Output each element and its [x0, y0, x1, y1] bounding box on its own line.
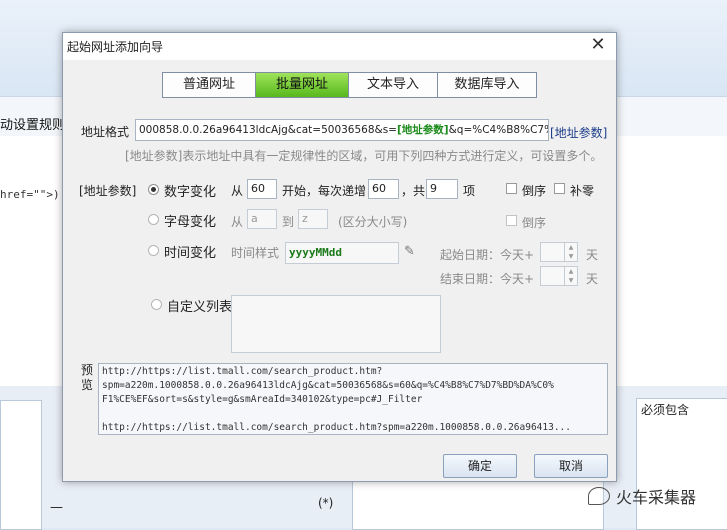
tab-bar: 普通网址 批量网址 文本导入 数据库导入 — [162, 72, 537, 98]
letter-label: 字母变化 — [164, 215, 217, 230]
start-date-spinner[interactable]: ▲ ▼ — [540, 242, 578, 262]
spinner-arrows-icon[interactable]: ▲ ▼ — [564, 243, 577, 261]
tab-text-import[interactable]: 文本导入 — [349, 73, 438, 97]
letter-start-input[interactable]: a — [247, 209, 277, 229]
tab-database-import[interactable]: 数据库导入 — [438, 73, 536, 97]
time-style-input[interactable]: yyyyMMdd — [285, 242, 399, 264]
cancel-button[interactable]: 取消 — [534, 454, 608, 478]
numeric-items-label: 项 — [463, 184, 476, 198]
param-section-label: [地址参数] — [79, 184, 137, 198]
letter-reverse-checkbox[interactable] — [506, 215, 517, 226]
numeric-total-label: ，共 — [401, 184, 426, 198]
letter-reverse-label: 倒序 — [522, 216, 547, 230]
auto-rule-label[interactable]: 动设置规则 — [0, 114, 65, 133]
pad-zero-checkbox[interactable] — [554, 183, 565, 194]
numeric-start-input[interactable]: 60 — [247, 179, 277, 199]
watermark-text: 火车采集器 — [616, 488, 697, 507]
numeric-from-label: 从 — [231, 184, 244, 198]
star-cell: (*) — [318, 496, 334, 510]
custom-list-textarea[interactable] — [231, 295, 441, 353]
preview-line: F1%CE%EF&sort=s&style=g&smAreaId=340102&… — [102, 394, 423, 405]
address-prefix: 000858.0.0.26a96413ldcAjg&cat=50036568&s… — [139, 124, 397, 136]
ok-button[interactable]: 确定 — [443, 454, 517, 478]
time-label: 时间变化 — [164, 246, 217, 261]
preview-line — [102, 407, 604, 421]
custom-list-label: 自定义列表 — [167, 300, 233, 315]
letter-to-label: 到 — [282, 215, 295, 229]
letter-radio[interactable] — [148, 214, 159, 225]
numeric-step-input[interactable]: 60 — [368, 179, 399, 199]
list-box-left[interactable] — [0, 400, 42, 530]
watermark: 火车采集器 — [588, 484, 696, 508]
preview-box[interactable]: http://https://list.tmall.com/search_pro… — [98, 363, 608, 435]
time-style-label: 时间样式 — [231, 246, 280, 260]
start-day-unit: 天 — [586, 248, 599, 262]
url-wizard-dialog: 起始网址添加向导 ✕ 普通网址 批量网址 文本导入 数据库导入 地址格式 000… — [62, 32, 617, 482]
tab-normal-url[interactable]: 普通网址 — [163, 73, 256, 97]
address-format-label: 地址格式 — [81, 125, 130, 139]
preview-line: spm=a220m.1000858.0.0.26a96413ldcAjg&cat… — [102, 380, 554, 391]
numeric-step-label: 开始，每次递增 — [282, 184, 367, 198]
address-format-input[interactable]: 000858.0.0.26a96413ldcAjg&cat=50036568&s… — [135, 119, 549, 141]
insert-param-link[interactable]: [地址参数] — [550, 124, 607, 141]
custom-list-radio[interactable] — [151, 299, 162, 310]
close-icon[interactable]: ✕ — [588, 36, 608, 54]
letter-case-note: (区分大小写) — [338, 215, 408, 229]
code-snippet: href="">) — [0, 188, 60, 201]
letter-end-input[interactable]: z — [298, 209, 328, 229]
chat-bubble-icon — [588, 487, 610, 505]
address-suffix: &q=%C4%B8%C7%D7% — [448, 124, 548, 136]
minus-cell: — — [50, 500, 63, 515]
end-date-label: 结束日期：今天+ — [440, 272, 535, 286]
preview-line: http://https://list.tmall.com/search_pro… — [102, 422, 571, 433]
dialog-title: 起始网址添加向导 — [67, 40, 164, 54]
preview-line: http://https://list.tmall.com/search_pro… — [102, 366, 383, 377]
numeric-reverse-label: 倒序 — [522, 184, 547, 198]
must-include-label: 必须包含 — [641, 403, 690, 417]
end-day-unit: 天 — [586, 272, 599, 286]
spinner-arrows-icon[interactable]: ▲ ▼ — [564, 267, 577, 285]
time-radio[interactable] — [148, 245, 159, 256]
numeric-reverse-checkbox[interactable] — [506, 183, 517, 194]
param-hint: [地址参数]表示地址中具有一定规律性的区域，可用下列四种方式进行定义，可设置多个… — [125, 149, 603, 163]
letter-from-label: 从 — [231, 215, 244, 229]
tab-batch-url[interactable]: 批量网址 — [256, 73, 349, 97]
pad-zero-label: 补零 — [570, 184, 595, 198]
numeric-label: 数字变化 — [164, 185, 217, 200]
numeric-count-input[interactable]: 9 — [426, 179, 458, 199]
start-date-label: 起始日期：今天+ — [440, 248, 535, 262]
dialog-titlebar: 起始网址添加向导 ✕ — [63, 33, 616, 60]
pencil-icon[interactable]: ✎ — [404, 244, 415, 259]
preview-label: 预览 — [81, 363, 94, 392]
numeric-radio[interactable] — [148, 184, 159, 195]
end-date-spinner[interactable]: ▲ ▼ — [540, 266, 578, 286]
address-param-token: [地址参数] — [396, 124, 449, 136]
